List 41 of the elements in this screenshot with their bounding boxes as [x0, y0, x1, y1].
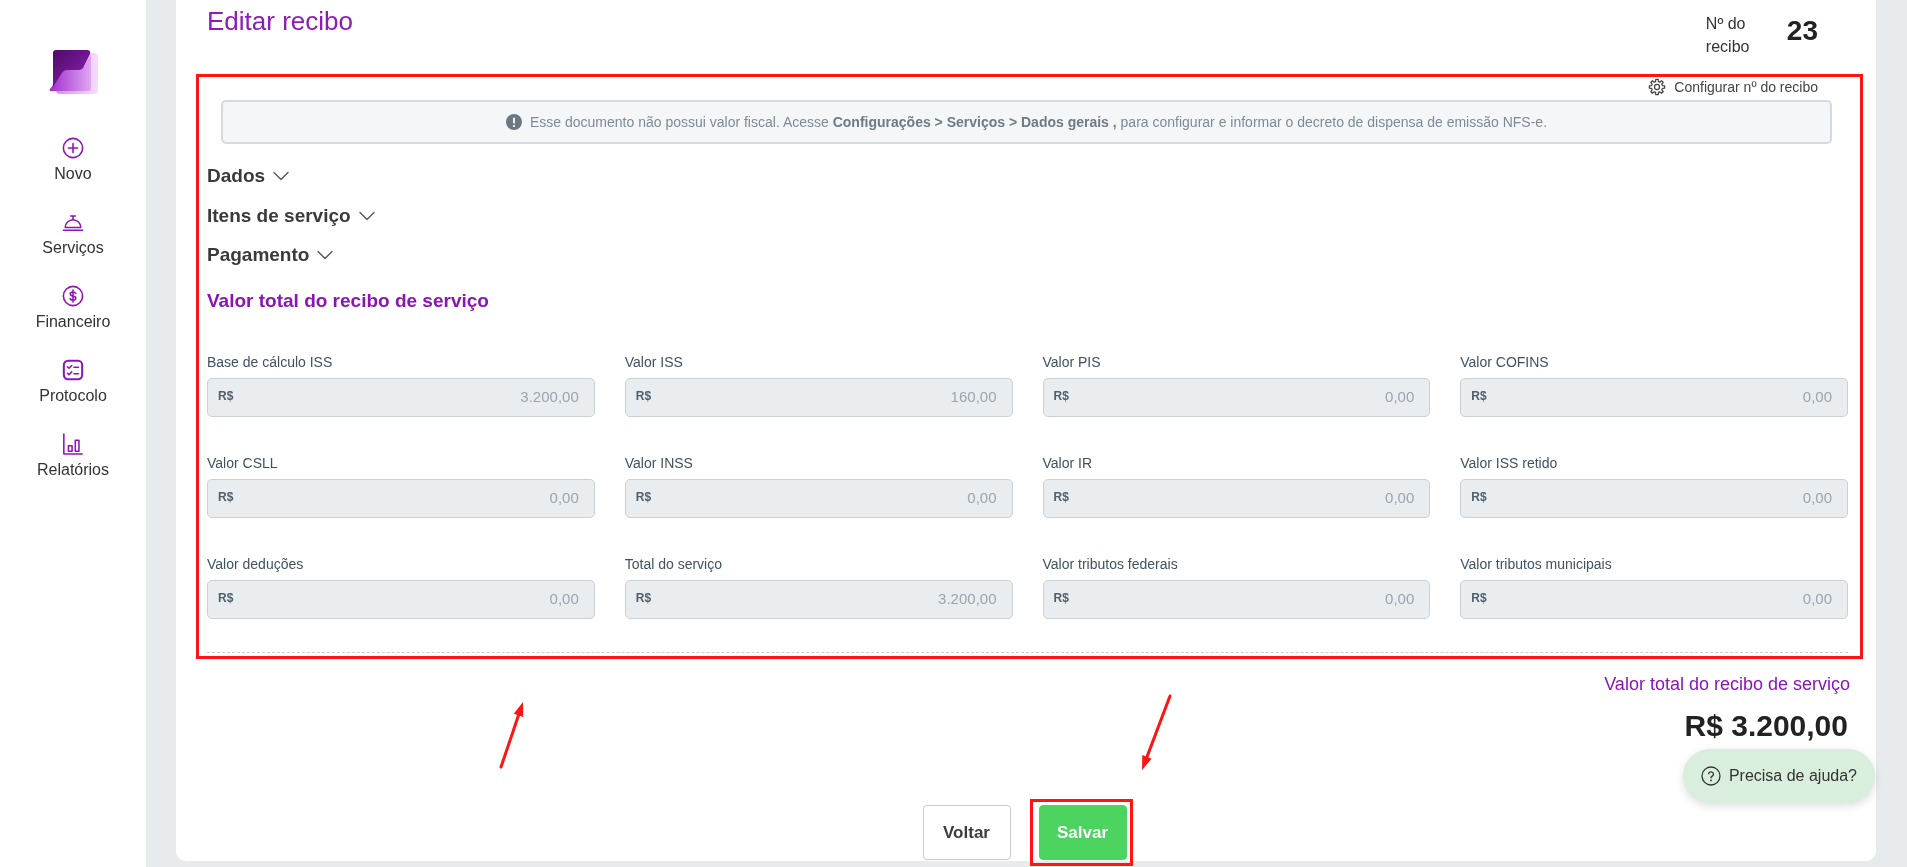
- page-title: Editar recibo: [207, 5, 353, 37]
- section-toggle[interactable]: Pagamento: [207, 243, 334, 267]
- field-label: Valor COFINS: [1460, 353, 1550, 371]
- nav-item[interactable]: Relatórios: [0, 433, 146, 507]
- receipt-number-label: Nº do recibo: [1705, 14, 1751, 57]
- chevron-down-icon: [317, 250, 334, 260]
- help-button[interactable]: Precisa de ajuda?: [1682, 749, 1875, 803]
- configure-number-link[interactable]: Configurar nº do recibo: [1648, 78, 1818, 96]
- notice-text: Esse documento não possui valor fiscal. Acesse Configurações > Serviços > Dados gerais , para configurar e informar o decreto de dispensa de emissão NFS-e.: [529, 112, 1548, 132]
- gear-icon: [1648, 78, 1667, 96]
- back-button[interactable]: Voltar: [922, 805, 1011, 860]
- field-label: Total do serviço: [624, 555, 724, 573]
- field-label: Valor ISS retido: [1460, 454, 1559, 472]
- field-label: Valor CSLL: [207, 454, 279, 472]
- logo-icon: [48, 50, 98, 94]
- dollar-circle-icon: [62, 285, 84, 307]
- bar-chart-icon: [62, 433, 84, 455]
- chevron-down-icon: [358, 210, 375, 221]
- exclamation-icon: [505, 114, 522, 130]
- receipt-number: 23: [1786, 14, 1818, 48]
- field-label: Base de cálculo ISS: [207, 353, 334, 371]
- question-circle-icon: [1700, 766, 1721, 786]
- field-label: Valor INSS: [624, 454, 694, 472]
- chevron-down-icon: [273, 171, 290, 181]
- plus-circle-icon: [62, 137, 84, 159]
- field-label: Valor tributos municipais: [1460, 555, 1613, 573]
- checklist-icon: [62, 359, 84, 381]
- field-label: Valor tributos federais: [1042, 555, 1179, 573]
- field-label: Valor PIS: [1042, 353, 1102, 371]
- field-label: Valor deduções: [207, 555, 305, 573]
- nav-item[interactable]: Protocolo: [0, 359, 146, 433]
- section-toggle[interactable]: Dados: [207, 164, 290, 188]
- field-label: Valor ISS: [624, 353, 684, 371]
- nav-item[interactable]: Financeiro: [0, 285, 146, 359]
- nav-item[interactable]: Serviços: [0, 211, 146, 285]
- field-label: Valor IR: [1042, 454, 1094, 472]
- nav-item[interactable]: Novo: [0, 137, 146, 211]
- total-label: Valor total do recibo de serviço: [1603, 673, 1850, 695]
- total-value: R$ 3.200,00: [1683, 708, 1848, 744]
- section-title: Valor total do recibo de serviço: [207, 289, 490, 313]
- section-toggle[interactable]: Itens de serviço: [207, 203, 375, 228]
